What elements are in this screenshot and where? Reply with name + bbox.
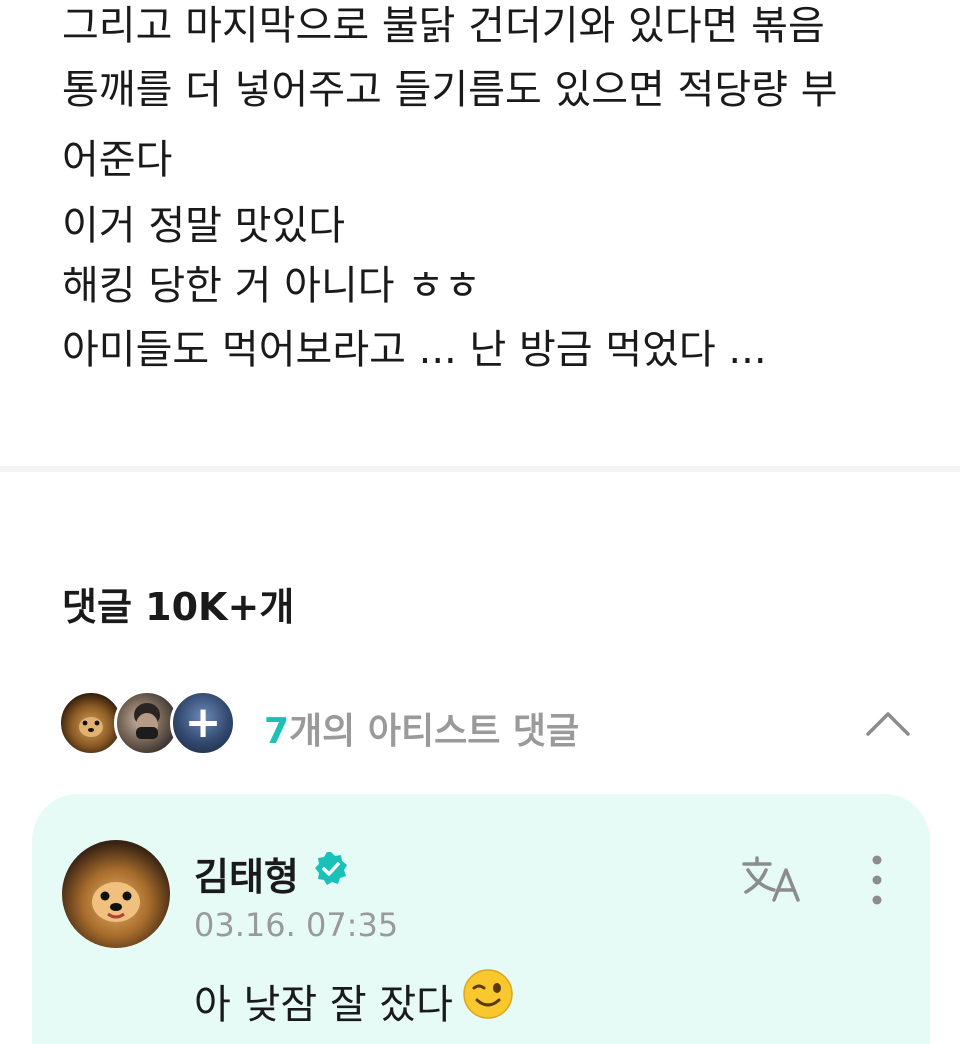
post-line: 그리고 마지막으로 불닭 건더기와 있다면 볶음: [62, 3, 825, 49]
post-line: 해킹 당한 거 아니다 ㅎㅎ: [62, 263, 481, 309]
comment-text: 아 낮잠 잘 잤다: [194, 982, 453, 1028]
post-line: 어준다: [62, 137, 173, 183]
artist-comments-text: 개의 아티스트 댓글: [289, 711, 580, 752]
artist-avatar-stack: +: [58, 690, 238, 760]
post-line: 아미들도 먹어보라고 ... 난 방금 먹었다 ...: [62, 327, 767, 373]
comment-timestamp: 03.16. 07:35: [194, 906, 399, 944]
artist-comments-toggle[interactable]: + 7개의 아티스트 댓글: [58, 690, 918, 760]
translate-icon[interactable]: [740, 854, 804, 904]
chevron-up-icon[interactable]: [858, 698, 918, 748]
plus-icon: +: [184, 697, 222, 748]
verified-badge-icon: [315, 852, 347, 885]
more-vertical-icon[interactable]: [862, 852, 892, 908]
avatar-more: +: [170, 690, 236, 756]
wink-emoji-icon: [463, 969, 513, 1019]
avatar[interactable]: [62, 840, 170, 948]
comment-author-name[interactable]: 김태형: [194, 846, 299, 901]
post-line: 이거 정말 맛있다: [62, 203, 346, 249]
artist-comments-count: 7: [264, 711, 290, 752]
comments-count-header: 댓글 10K+개: [62, 585, 295, 629]
artist-comment-card: 김태형 03.16. 07:35 아 낮잠 잘 잤다: [32, 794, 930, 1044]
post-detail-page: 그리고 마지막으로 불닭 건더기와 있다면 볶음 통깨를 더 넣어주고 들기름도…: [0, 0, 960, 1044]
artist-comments-label: 7개의 아티스트 댓글: [264, 702, 579, 754]
section-divider: [0, 466, 960, 472]
post-line: 통깨를 더 넣어주고 들기름도 있으면 적당량 부: [62, 67, 838, 113]
